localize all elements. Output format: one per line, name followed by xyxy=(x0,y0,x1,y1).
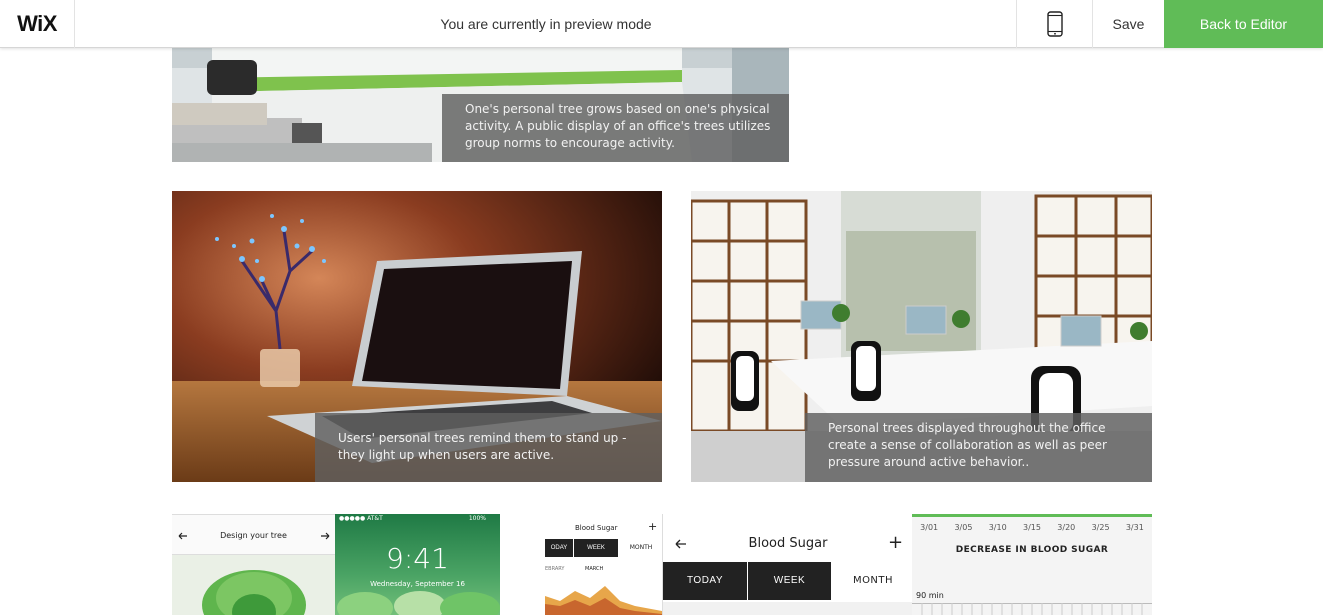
office-caption: One's personal tree grows based on one's… xyxy=(442,94,789,162)
lock-time: 9:41 xyxy=(386,542,449,575)
bs-small-tab-month[interactable]: MONTH xyxy=(621,539,661,557)
mobile-view-button[interactable] xyxy=(1016,0,1092,48)
save-button[interactable]: Save xyxy=(1092,0,1164,48)
preview-mode-text: You are currently in preview mode xyxy=(440,16,652,32)
battery-text: 100% xyxy=(468,515,486,522)
date-label: 3/01 xyxy=(920,523,939,532)
bs-main-divider xyxy=(663,602,912,615)
bs-main-tab-week[interactable]: WEEK xyxy=(748,562,831,600)
date-label: 3/05 xyxy=(954,523,973,532)
chart-value-label: 90 min xyxy=(916,591,944,600)
bs-main-plus-icon[interactable]: + xyxy=(888,532,903,553)
date-label: 3/31 xyxy=(1125,523,1144,532)
forward-arrow-icon[interactable] xyxy=(320,531,330,541)
mobile-phone-icon xyxy=(1046,11,1063,37)
date-label: 3/15 xyxy=(1023,523,1041,532)
laptop-gallery-image[interactable]: Users' personal trees remind them to sta… xyxy=(172,191,662,482)
tree-illustration xyxy=(202,570,306,615)
bs-main-tab-month[interactable]: MONTH xyxy=(833,562,912,600)
design-tree-title: Design your tree xyxy=(220,531,287,540)
design-tree-app-screen[interactable]: Design your tree xyxy=(172,514,335,615)
date-label: 3/10 xyxy=(988,523,1007,532)
bs-small-tab-today[interactable]: ODAY xyxy=(545,539,573,557)
workspace-caption: Personal trees displayed throughout the … xyxy=(805,413,1152,482)
chart-title: DECREASE IN BLOOD SUGAR xyxy=(955,545,1109,555)
carrier-text: ●●●●● AT&T xyxy=(339,515,383,522)
bs-small-chart xyxy=(545,586,662,615)
wix-logo[interactable]: WiX xyxy=(0,0,75,48)
workspace-gallery-image[interactable]: Personal trees displayed throughout the … xyxy=(691,191,1152,482)
date-label: 3/25 xyxy=(1091,523,1110,532)
preview-topbar: WiX You are currently in preview mode Sa… xyxy=(0,0,1323,48)
bs-small-month-feb: EBRARY xyxy=(545,566,565,572)
blood-sugar-small-screen[interactable]: Blood Sugar + ODAY WEEK MONTH EBRARY MAR… xyxy=(545,514,662,615)
chart-ticks xyxy=(912,603,1152,615)
blood-sugar-chart-screen[interactable]: 3/01 3/05 3/10 3/15 3/20 3/25 3/31 DECRE… xyxy=(912,514,1152,615)
lock-trees-illustration xyxy=(337,591,500,615)
blood-sugar-main-screen[interactable]: Blood Sugar + TODAY WEEK MONTH xyxy=(662,514,912,615)
bs-small-plus-icon[interactable]: + xyxy=(648,520,657,533)
bs-small-tab-week[interactable]: WEEK xyxy=(574,539,618,557)
bs-main-title: Blood Sugar xyxy=(748,536,828,551)
bs-small-month-march: MARCH xyxy=(585,566,604,572)
chart-date-row: 3/01 3/05 3/10 3/15 3/20 3/25 3/31 xyxy=(912,523,1152,532)
bs-main-tab-today[interactable]: TODAY xyxy=(663,562,747,600)
date-label: 3/20 xyxy=(1057,523,1076,532)
back-to-editor-button[interactable]: Back to Editor xyxy=(1164,0,1323,48)
office-gallery-image[interactable]: One's personal tree grows based on one's… xyxy=(172,48,789,162)
bs-small-title: Blood Sugar xyxy=(575,524,618,532)
laptop-caption: Users' personal trees remind them to sta… xyxy=(315,413,662,482)
lock-screen-app[interactable]: ●●●●● AT&T 100% 9:41 Wednesday, Septembe… xyxy=(335,514,500,615)
